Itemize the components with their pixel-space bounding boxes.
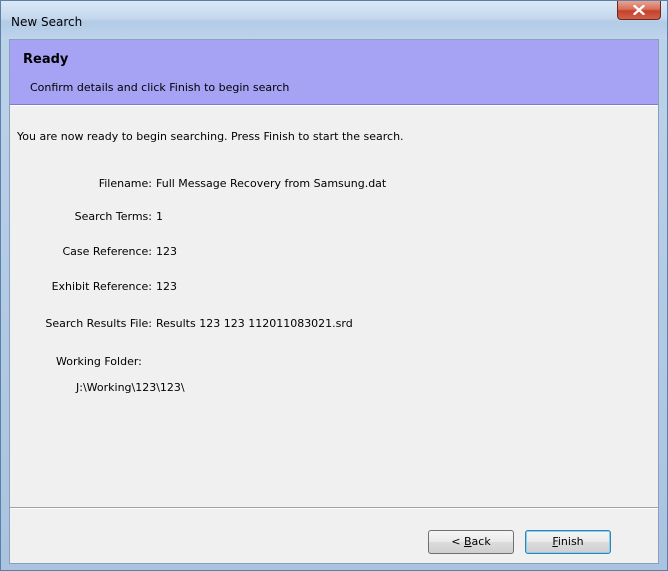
case-reference-value: 123 (156, 245, 177, 258)
dialog-client-area: Ready Confirm details and click Finish t… (9, 39, 659, 564)
exhibit-reference-label: Exhibit Reference: (51, 280, 152, 293)
intro-text: You are now ready to begin searching. Pr… (17, 130, 404, 143)
finish-button[interactable]: Finish (525, 530, 611, 554)
wizard-step-subtitle: Confirm details and click Finish to begi… (30, 81, 290, 94)
filename-value: Full Message Recovery from Samsung.dat (156, 177, 387, 190)
title-bar[interactable]: New Search (1, 1, 667, 39)
working-folder-label: Working Folder: (56, 355, 142, 368)
window-title: New Search (11, 15, 83, 29)
back-button-label: ack (471, 535, 491, 548)
wizard-step-title: Ready (23, 52, 69, 67)
case-reference-label: Case Reference: (62, 245, 152, 258)
finish-button-label: inish (557, 535, 584, 548)
working-folder-value: J:\Working\123\123\ (76, 381, 185, 394)
back-button-prefix: < (451, 535, 464, 548)
search-results-file-value: Results 123 123 112011083021.srd (156, 317, 353, 330)
back-button-mnemonic: B (464, 535, 472, 548)
search-results-file-label: Search Results File: (45, 317, 152, 330)
header-divider (10, 105, 658, 106)
search-terms-value: 1 (156, 210, 163, 223)
dialog-window: New Search Ready Confirm details and cli… (0, 0, 668, 571)
exhibit-reference-value: 123 (156, 280, 177, 293)
back-button[interactable]: < Back (428, 530, 514, 554)
wizard-header: Ready Confirm details and click Finish t… (10, 40, 658, 105)
search-terms-label: Search Terms: (74, 210, 152, 223)
close-icon (633, 5, 645, 15)
close-button[interactable] (617, 1, 661, 20)
filename-label: Filename: (98, 177, 152, 190)
footer-divider (10, 507, 658, 509)
